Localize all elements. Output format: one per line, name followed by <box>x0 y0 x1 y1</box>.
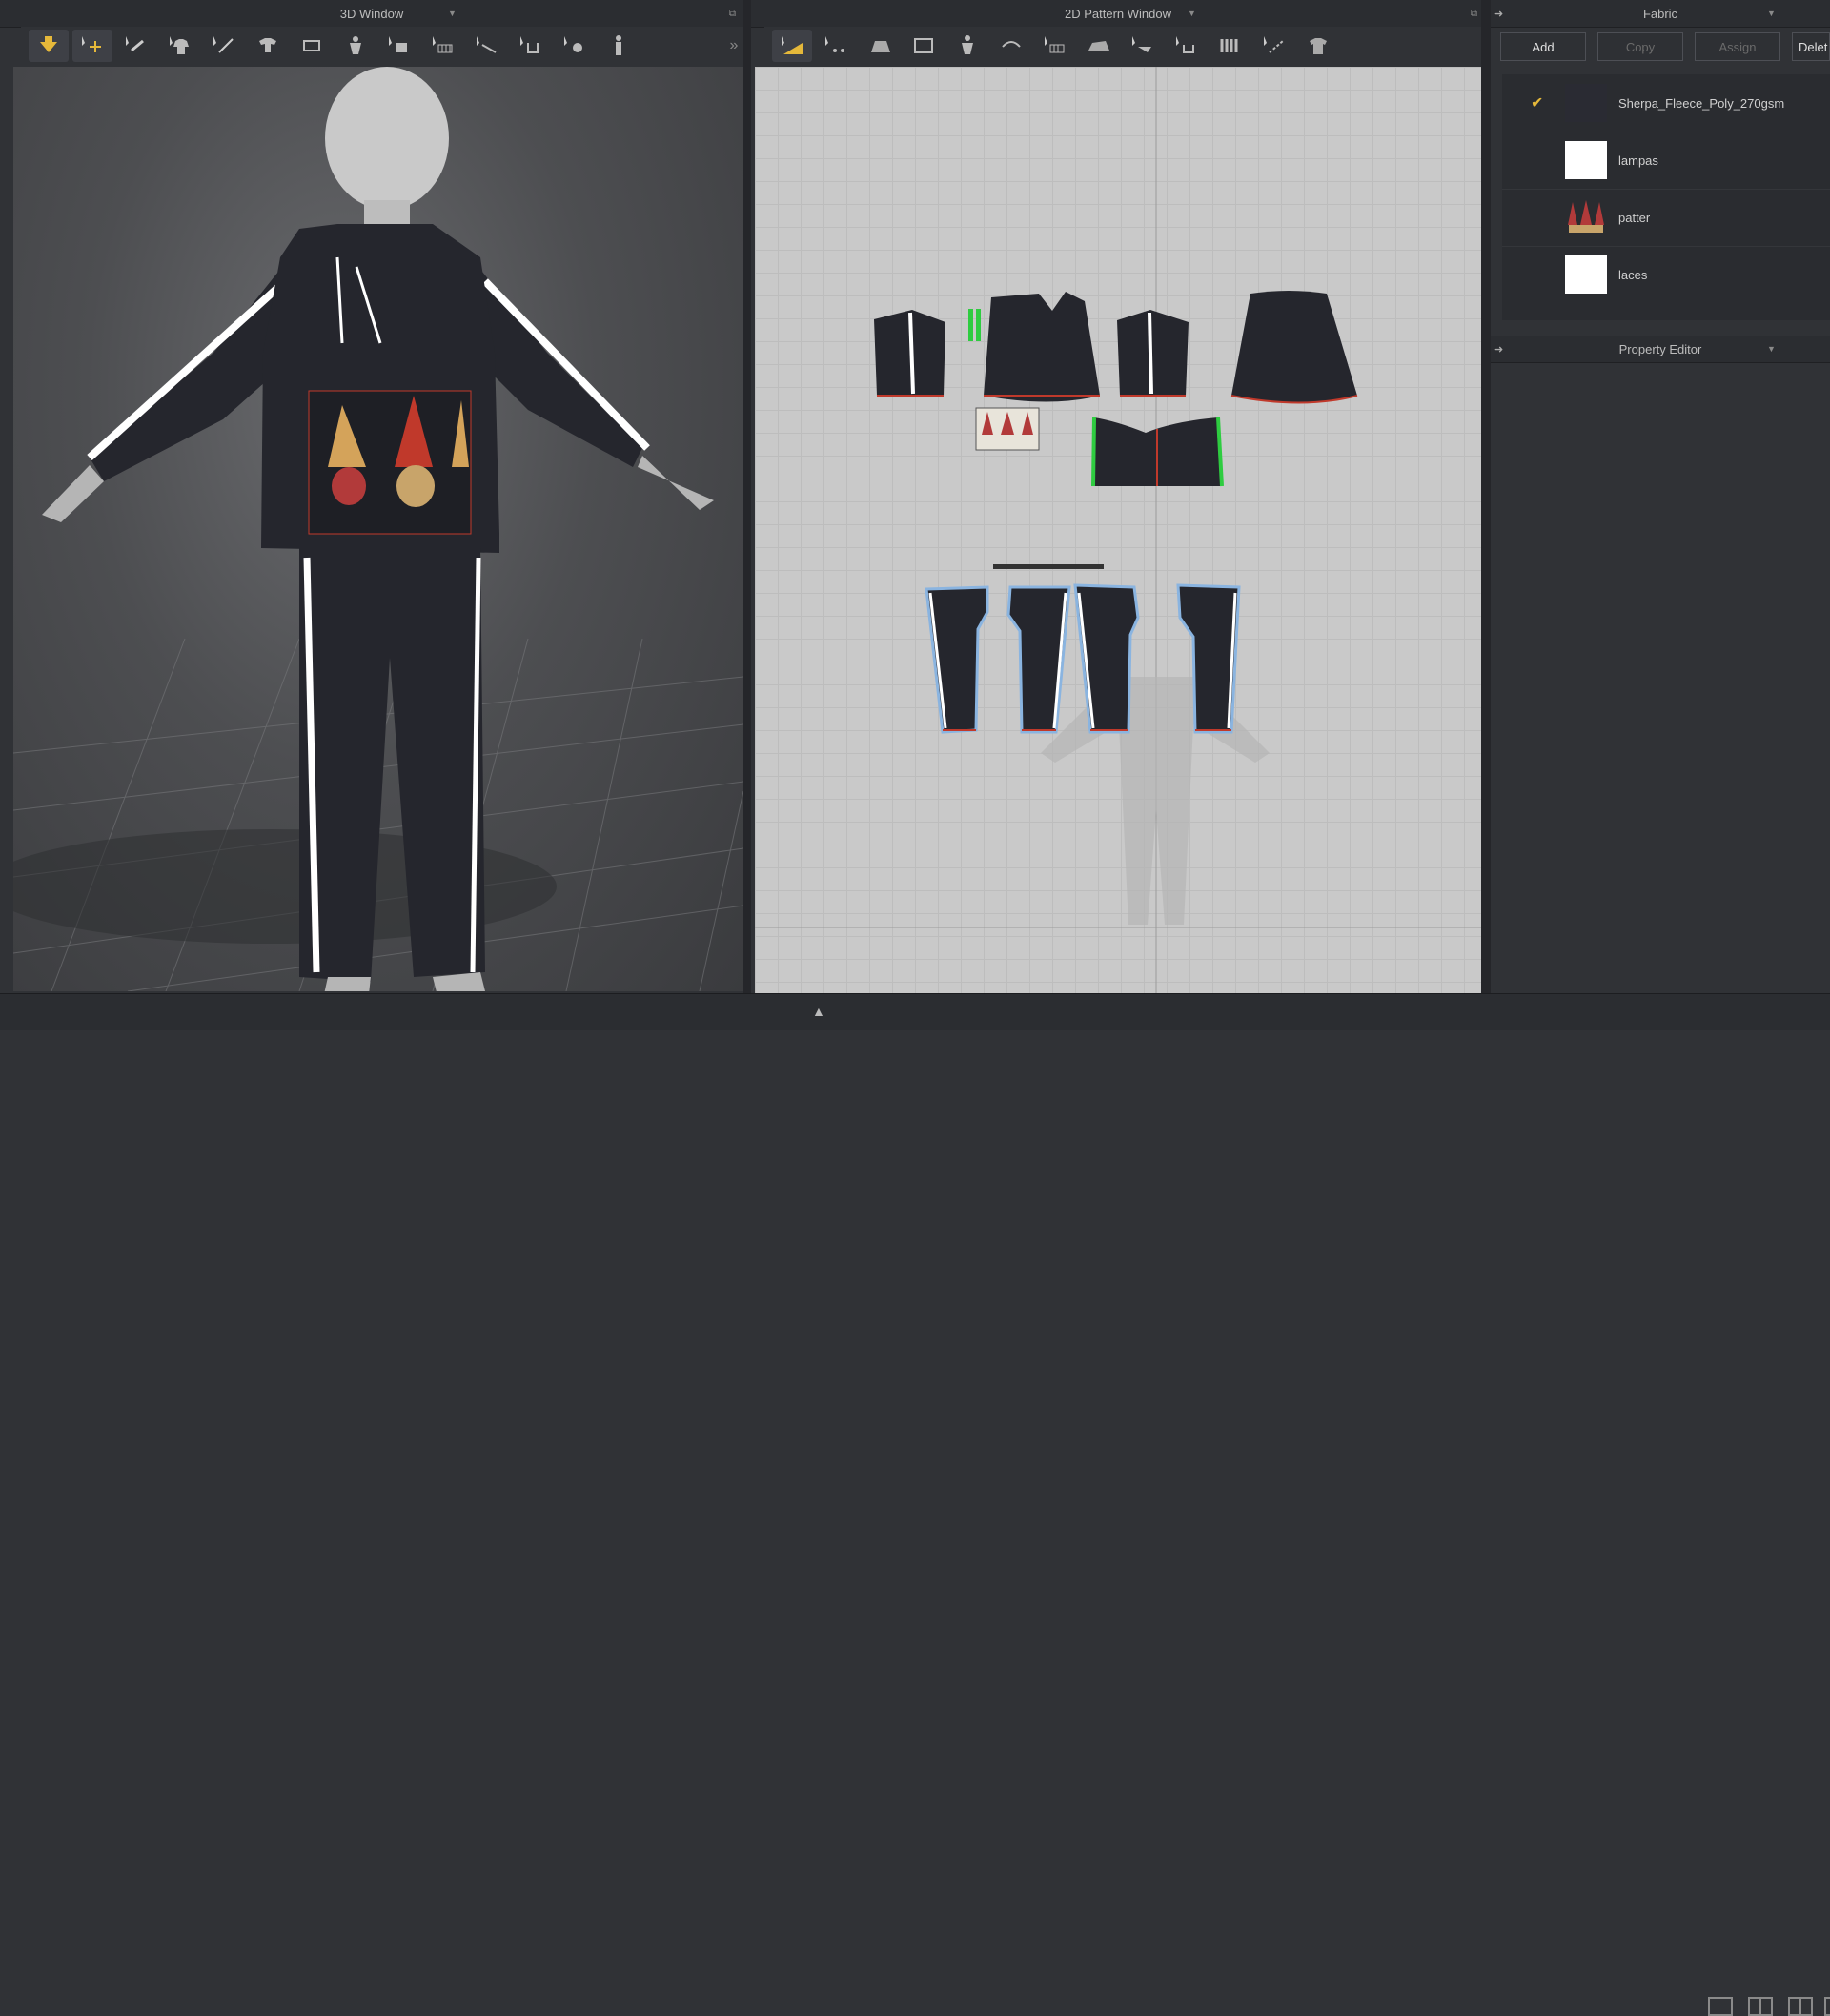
fabric-title: Fabric <box>1642 6 1678 21</box>
right-hand <box>638 456 714 510</box>
pattern-sleeve-right <box>1117 310 1189 397</box>
property-editor-menu-caret[interactable]: ▼ <box>1767 344 1776 354</box>
3d-viewport[interactable] <box>13 67 743 991</box>
fabric-list: ✔ Sherpa_Fleece_Poly_270gsm lampas patte… <box>1502 74 1830 320</box>
expand-toolbar-icon[interactable]: » <box>724 30 743 62</box>
pattern-hoodie-front <box>984 292 1100 402</box>
fabric-add-button[interactable]: Add <box>1500 32 1586 61</box>
window3d-toolbar: » <box>21 27 743 65</box>
fabric-swatch <box>1565 255 1607 294</box>
pattern-pocket <box>1091 417 1224 487</box>
sewing-icon[interactable] <box>991 30 1031 62</box>
shirt-icon[interactable] <box>1298 30 1338 62</box>
pin-icon[interactable] <box>336 30 376 62</box>
fabric-assign-button[interactable]: Assign <box>1695 32 1780 61</box>
left-hand <box>42 465 104 522</box>
fabric-list-item[interactable]: ✔ Sherpa_Fleece_Poly_270gsm <box>1502 74 1830 132</box>
avatar-arrange-icon[interactable] <box>248 30 288 62</box>
window2d-titlebar: 2D Pattern Window ▼ ⧉ <box>751 0 1485 28</box>
transform-icon[interactable] <box>72 30 112 62</box>
property-editor-titlebar: ➜ Property Editor ▼ <box>1491 336 1830 363</box>
pattern-strip-green-2 <box>976 309 981 341</box>
fold-icon[interactable] <box>423 30 463 62</box>
check-sew-icon[interactable] <box>1167 30 1207 62</box>
avatar-icon[interactable] <box>599 30 639 62</box>
segment-sew-icon[interactable] <box>1035 30 1075 62</box>
fabric-list-item[interactable]: laces <box>1502 246 1830 303</box>
polygon-icon[interactable] <box>860 30 900 62</box>
transform-pattern-icon[interactable] <box>772 30 812 62</box>
rectangle-icon[interactable] <box>904 30 944 62</box>
window2d-menu-caret[interactable]: ▼ <box>1188 9 1196 18</box>
layout-grid-icon[interactable] <box>1788 1997 1813 2016</box>
splitter-3d-2d[interactable] <box>743 0 751 993</box>
selected-check-icon: ✔ <box>1531 95 1544 112</box>
line-icon[interactable] <box>1254 30 1294 62</box>
pattern-sleeve-left <box>874 310 946 397</box>
window3d-title: 3D Window <box>339 6 404 21</box>
window3d-titlebar: 3D Window ▼ ⧉ <box>0 0 743 28</box>
property-editor-body <box>1491 363 1830 993</box>
cut-icon[interactable] <box>467 30 507 62</box>
window2d-popout-icon[interactable]: ⧉ <box>1471 9 1477 19</box>
fabric-swatch <box>1565 141 1607 179</box>
pattern-hoodie-back <box>1230 291 1358 404</box>
3d-scene <box>13 67 743 991</box>
layout-single-icon[interactable] <box>1708 1997 1733 2016</box>
steam-icon[interactable] <box>379 30 419 62</box>
trace-icon[interactable] <box>947 30 987 62</box>
fabric-swatch <box>1565 84 1607 122</box>
property-editor-title: Property Editor <box>1618 341 1702 356</box>
fabric-name: patter <box>1618 210 1651 225</box>
garment-icon[interactable] <box>160 30 200 62</box>
status-bar: ▲ <box>0 993 1830 2016</box>
expand-up-icon[interactable]: ▲ <box>812 1004 825 1019</box>
window3d-popout-icon[interactable]: ⧉ <box>729 9 736 19</box>
layout-split-icon[interactable] <box>1748 1997 1773 2016</box>
pattern-waistband <box>993 564 1104 569</box>
fabric-menu-caret[interactable]: ▼ <box>1767 9 1776 18</box>
fabric-collapse-icon[interactable]: ➜ <box>1494 8 1503 20</box>
window2d-toolbar <box>764 27 1485 65</box>
fabric-name: lampas <box>1618 153 1658 168</box>
measure-icon[interactable] <box>511 30 551 62</box>
left-foot <box>324 977 371 991</box>
fabric-swatch-gnome-icon <box>1565 198 1607 236</box>
pattern-strip-green-1 <box>968 309 973 341</box>
2d-pattern-viewport[interactable] <box>755 67 1481 993</box>
fabric-list-item[interactable]: patter <box>1502 189 1830 247</box>
splitter-2d-fabric[interactable] <box>1481 0 1491 993</box>
iron-icon[interactable] <box>1079 30 1119 62</box>
tack-icon[interactable] <box>292 30 332 62</box>
pattern-canvas <box>755 67 1481 993</box>
window3d-menu-caret[interactable]: ▼ <box>448 9 457 18</box>
layout-extra-icon[interactable] <box>1824 1997 1830 2016</box>
fabric-name: Sherpa_Fleece_Poly_270gsm <box>1618 95 1785 111</box>
free-sew-icon[interactable] <box>1123 30 1163 62</box>
edit-point-icon[interactable] <box>816 30 856 62</box>
avatar-head <box>325 67 449 248</box>
fabric-copy-button[interactable]: Copy <box>1597 32 1683 61</box>
fabric-delete-button[interactable]: Delet <box>1792 32 1830 61</box>
pattern-gnome-print <box>975 407 1040 451</box>
window2d-title: 2D Pattern Window <box>1065 6 1171 21</box>
property-editor-collapse-icon[interactable]: ➜ <box>1494 343 1503 356</box>
fold-arrange-icon[interactable] <box>116 30 156 62</box>
pleat-icon[interactable] <box>1210 30 1250 62</box>
seam-line-icon[interactable] <box>204 30 244 62</box>
fabric-name: laces <box>1618 267 1648 282</box>
select-move-icon[interactable] <box>29 30 69 62</box>
fabric-titlebar: ➜ Fabric ▼ <box>1491 0 1830 28</box>
avatar-silhouette <box>1041 677 1270 925</box>
fabric-list-item[interactable]: lampas <box>1502 132 1830 190</box>
show-icon[interactable] <box>555 30 595 62</box>
